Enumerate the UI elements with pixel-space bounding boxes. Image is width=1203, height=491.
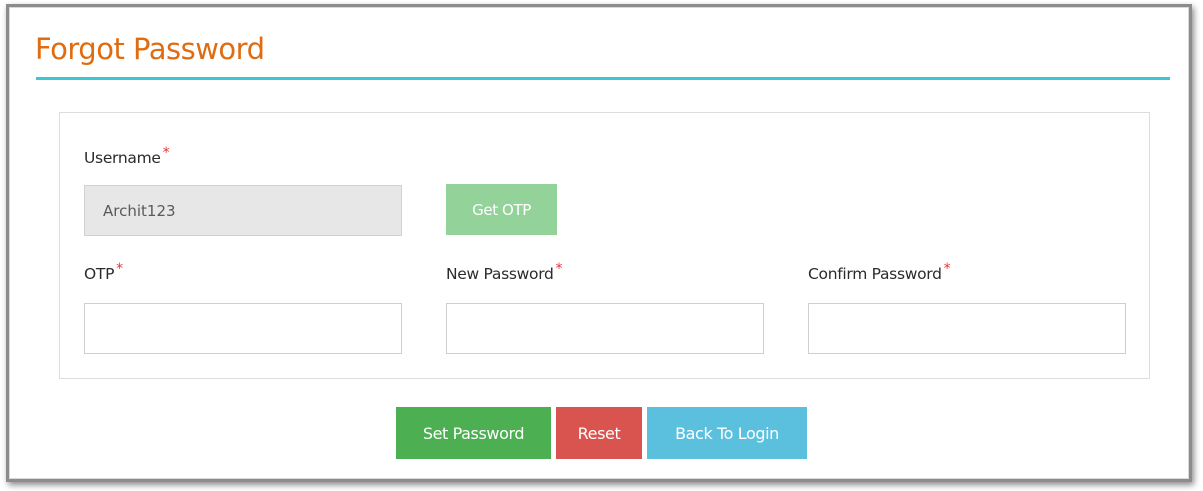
get-otp-button[interactable]: Get OTP <box>446 184 557 235</box>
otp-label: OTP * <box>84 261 123 285</box>
required-marker: * <box>162 145 170 161</box>
reset-button[interactable]: Reset <box>556 407 642 459</box>
new-password-label-text: New Password <box>446 265 554 283</box>
required-marker: * <box>555 261 563 277</box>
set-password-button[interactable]: Set Password <box>396 407 551 459</box>
forgot-password-form: Username* Get OTP OTP* New Password* Con… <box>59 112 1150 379</box>
otp-input[interactable] <box>84 303 402 354</box>
new-password-label: New Password * <box>446 261 563 285</box>
username-label-text: Username <box>84 149 161 167</box>
confirm-password-input[interactable] <box>808 303 1126 354</box>
username-input[interactable] <box>84 185 402 236</box>
confirm-password-label-text: Confirm Password <box>808 265 942 283</box>
page-title: Forgot Password <box>35 32 265 66</box>
confirm-password-label: Confirm Password * <box>808 261 951 285</box>
otp-label-text: OTP <box>84 265 115 283</box>
new-password-input[interactable] <box>446 303 764 354</box>
username-label: Username * <box>84 145 170 169</box>
title-divider <box>36 77 1170 80</box>
required-marker: * <box>116 261 123 277</box>
forgot-password-window: Forgot Password Username* Get OTP OTP* N… <box>6 4 1192 482</box>
back-to-login-button[interactable]: Back To Login <box>647 407 807 459</box>
required-marker: * <box>943 261 951 277</box>
